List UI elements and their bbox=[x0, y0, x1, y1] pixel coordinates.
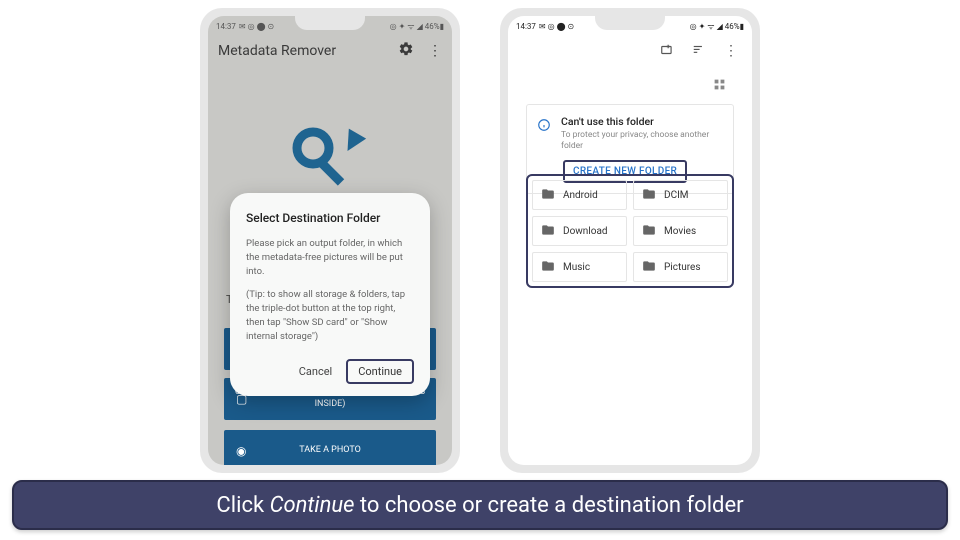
caption-post: to choose or create a destination folder bbox=[354, 493, 743, 518]
folder-item-pictures[interactable]: Pictures bbox=[633, 252, 728, 282]
folder-label: DCIM bbox=[664, 190, 689, 201]
folder-label: Movies bbox=[664, 226, 696, 237]
dialog-body: Please pick an output folder, in which t… bbox=[246, 237, 414, 278]
app-bar: Metadata Remover ⋮ bbox=[208, 34, 452, 68]
folder-icon bbox=[642, 187, 656, 204]
folder-item-dcim[interactable]: DCIM bbox=[633, 180, 728, 210]
dialog-title: Select Destination Folder bbox=[246, 211, 414, 225]
more-icon[interactable]: ⋮ bbox=[724, 43, 738, 59]
phone-right: 14:37 ✉ ◎ ⬤ ⊙ ◎ ✦ ᯤ ◢ 46%▮ ⋮ bbox=[500, 8, 760, 473]
folder-icon bbox=[642, 223, 656, 240]
caption-bar: Click Continue to choose or create a des… bbox=[12, 480, 948, 530]
notch bbox=[595, 16, 665, 30]
status-time: 14:37 bbox=[216, 22, 236, 31]
folder-icon bbox=[642, 259, 656, 276]
more-icon[interactable]: ⋮ bbox=[428, 43, 442, 59]
folder-item-music[interactable]: Music bbox=[532, 252, 627, 282]
folder-item-movies[interactable]: Movies bbox=[633, 216, 728, 246]
app-logo-icon bbox=[285, 118, 375, 192]
status-icons-left: ✉ ◎ ⬤ ⊙ bbox=[539, 22, 574, 31]
folder-icon bbox=[541, 187, 555, 204]
folder-item-download[interactable]: Download bbox=[532, 216, 627, 246]
info-subtitle: To protect your privacy, choose another … bbox=[561, 130, 723, 152]
continue-button[interactable]: Continue bbox=[346, 359, 414, 384]
app-title: Metadata Remover bbox=[218, 43, 336, 59]
folder-label: Pictures bbox=[664, 262, 701, 273]
caption-em: Continue bbox=[270, 493, 355, 518]
folder-label: Android bbox=[563, 190, 598, 201]
screen-right: 14:37 ✉ ◎ ⬤ ⊙ ◎ ✦ ᯤ ◢ 46%▮ ⋮ bbox=[508, 16, 752, 465]
button-label: TAKE A PHOTO bbox=[299, 445, 361, 457]
content-area: To remove metadata, process using: ▢ CHO… bbox=[208, 68, 452, 465]
info-icon bbox=[537, 117, 551, 136]
folder-icon bbox=[541, 259, 555, 276]
status-icons-right: ◎ ✦ ᯤ ◢ 46%▮ bbox=[690, 21, 744, 32]
phone-left: 14:37 ✉ ◎ ⬤ ⊙ ◎ ✦ ᯤ ◢ 46%▮ Metadata Remo… bbox=[200, 8, 460, 473]
cancel-button[interactable]: Cancel bbox=[299, 365, 332, 378]
folder-label: Download bbox=[563, 226, 608, 237]
sort-icon[interactable] bbox=[692, 42, 706, 61]
settings-icon[interactable] bbox=[398, 41, 414, 61]
folder-icon bbox=[541, 223, 555, 240]
status-icons-left: ✉ ◎ ⬤ ⊙ bbox=[239, 22, 274, 31]
screen-left: 14:37 ✉ ◎ ⬤ ⊙ ◎ ✦ ᯤ ◢ 46%▮ Metadata Remo… bbox=[208, 16, 452, 465]
folder-label: Music bbox=[563, 262, 590, 273]
new-folder-icon[interactable] bbox=[660, 42, 674, 61]
destination-folder-dialog: Select Destination Folder Please pick an… bbox=[230, 193, 430, 396]
camera-icon: ◉ bbox=[236, 444, 246, 458]
folder-item-android[interactable]: Android bbox=[532, 180, 627, 210]
grid-view-icon[interactable] bbox=[713, 76, 726, 95]
caption-pre: Click bbox=[216, 493, 269, 518]
status-time: 14:37 bbox=[516, 22, 536, 31]
folders-grid: Android DCIM Download Movies Music bbox=[526, 174, 734, 288]
info-title: Can't use this folder bbox=[561, 115, 723, 128]
toolbar: ⋮ bbox=[508, 34, 752, 68]
notch bbox=[295, 16, 365, 30]
take-photo-button[interactable]: ◉ TAKE A PHOTO bbox=[224, 430, 436, 465]
status-icons-right: ◎ ✦ ᯤ ◢ 46%▮ bbox=[390, 21, 444, 32]
dialog-tip: (Tip: to show all storage & folders, tap… bbox=[246, 288, 414, 343]
